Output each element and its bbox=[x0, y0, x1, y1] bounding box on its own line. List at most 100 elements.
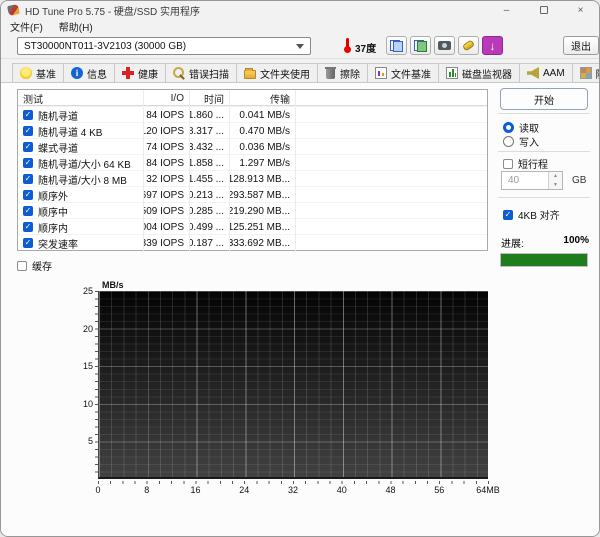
table-row[interactable]: 随机寻道 4 KB120 IOPS8.317 ...0.470 MB/s bbox=[18, 122, 487, 138]
tab-label: 错误扫描 bbox=[189, 66, 229, 81]
time-cell: 13.432 ... bbox=[190, 139, 230, 155]
tab-label: 基准 bbox=[36, 66, 56, 81]
capacity-value: 40 bbox=[502, 172, 548, 189]
maximize-button[interactable] bbox=[525, 1, 562, 19]
transfer-cell: 0.036 MB/s bbox=[230, 139, 296, 155]
filler-cell bbox=[296, 235, 487, 251]
read-radio[interactable]: 读取 bbox=[503, 120, 539, 135]
row-checkbox[interactable] bbox=[23, 190, 33, 200]
progress-label: 进展: bbox=[501, 235, 524, 250]
chart-y-axis-label: MB/s bbox=[102, 280, 124, 290]
io-cell: 84 IOPS bbox=[144, 107, 190, 123]
io-cell: 84 IOPS bbox=[144, 155, 190, 171]
tab-error-scan[interactable]: 错误扫描 bbox=[165, 63, 237, 83]
table-row[interactable]: 顺序内2004 IOPS0.499 ...125.251 MB... bbox=[18, 218, 487, 234]
time-cell: 0.187 ... bbox=[190, 235, 230, 251]
table-row[interactable]: 顺序外4697 IOPS0.213 ...293.587 MB... bbox=[18, 186, 487, 202]
tab-aam[interactable]: AAM bbox=[519, 63, 573, 83]
capacity-stepper[interactable]: ▲▼ bbox=[548, 172, 562, 189]
row-checkbox[interactable] bbox=[23, 222, 33, 232]
toolbar-buttons bbox=[386, 36, 503, 55]
table-row[interactable]: 随机寻道/大小 64 KB84 IOPS11.858 ...1.297 MB/s bbox=[18, 154, 487, 170]
separator bbox=[498, 151, 590, 152]
table-row[interactable]: 顺序中3509 IOPS0.285 ...219.290 MB... bbox=[18, 202, 487, 218]
write-radio[interactable]: 写入 bbox=[503, 134, 539, 149]
x-axis-tick-label: 48 bbox=[385, 485, 395, 495]
time-cell: 31.455 ... bbox=[190, 171, 230, 187]
transfer-cell: 333.692 MB... bbox=[230, 235, 296, 251]
test-name-cell: 随机寻道/大小 8 MB bbox=[18, 171, 144, 187]
progress-fill bbox=[501, 254, 587, 266]
device-selector[interactable]: ST30000NT011-3V2103 (30000 GB) bbox=[17, 37, 311, 55]
time-cell: 11.858 ... bbox=[190, 155, 230, 171]
test-name: 顺序中 bbox=[38, 204, 68, 219]
short-stroke-checkbox[interactable]: 短行程 bbox=[503, 156, 548, 171]
tab-benchmark[interactable]: 基准 bbox=[12, 63, 64, 83]
progress-value: 100% bbox=[563, 235, 589, 250]
filler-cell bbox=[296, 123, 487, 139]
radio-checked-icon bbox=[503, 122, 514, 133]
tab-erase[interactable]: 擦除 bbox=[317, 63, 368, 83]
menu-help[interactable]: 帮助(H) bbox=[59, 19, 101, 34]
camera-button[interactable] bbox=[434, 36, 455, 55]
copy-image-button[interactable] bbox=[410, 36, 431, 55]
tab-label: 信息 bbox=[87, 66, 107, 81]
row-checkbox[interactable] bbox=[23, 174, 33, 184]
camera-icon bbox=[438, 41, 451, 50]
row-checkbox[interactable] bbox=[23, 126, 33, 136]
test-name-cell: 顺序内 bbox=[18, 219, 144, 235]
table-row[interactable]: 突发速率5339 IOPS0.187 ...333.692 MB... bbox=[18, 234, 487, 250]
time-cell: 0.285 ... bbox=[190, 203, 230, 219]
row-checkbox[interactable] bbox=[23, 142, 33, 152]
cache-checkbox[interactable]: 缓存 bbox=[17, 258, 52, 273]
erase-icon bbox=[326, 69, 335, 79]
save-button[interactable] bbox=[458, 36, 479, 55]
spinner-up-icon[interactable]: ▲ bbox=[549, 172, 562, 181]
header-filler bbox=[296, 90, 487, 106]
x-axis-tick-label: 24 bbox=[239, 485, 249, 495]
row-checkbox[interactable] bbox=[23, 110, 33, 120]
table-row[interactable]: 蝶式寻道74 IOPS13.432 ...0.036 MB/s bbox=[18, 138, 487, 154]
io-cell: 4697 IOPS bbox=[144, 187, 190, 203]
tab-health[interactable]: 健康 bbox=[114, 63, 166, 83]
file-benchmark-icon bbox=[375, 67, 387, 79]
thermometer-icon bbox=[343, 38, 352, 53]
x-axis-tick-label: 16 bbox=[190, 485, 200, 495]
chart-x-tickmarks bbox=[98, 481, 489, 484]
tab-info[interactable]: 信息 bbox=[63, 63, 115, 83]
exit-button[interactable]: 退出 bbox=[563, 36, 599, 55]
app-icon bbox=[7, 4, 20, 16]
test-name-cell: 随机寻道/大小 64 KB bbox=[18, 155, 144, 171]
tab-folder-usage[interactable]: 文件夹使用 bbox=[236, 63, 318, 83]
tab-disk-monitor[interactable]: 磁盘监视器 bbox=[438, 63, 520, 83]
spinner-down-icon[interactable]: ▼ bbox=[549, 181, 562, 190]
lightbulb-icon bbox=[20, 67, 32, 79]
transfer-cell: 125.251 MB... bbox=[230, 219, 296, 235]
table-row[interactable]: 随机寻道84 IOPS11.860 ...0.041 MB/s bbox=[18, 106, 487, 122]
radio-unchecked-icon bbox=[503, 136, 514, 147]
filler-cell bbox=[296, 219, 487, 235]
copy-button[interactable] bbox=[386, 36, 407, 55]
header-test: 测试 bbox=[18, 90, 144, 106]
tab-file-benchmark[interactable]: 文件基准 bbox=[367, 63, 439, 83]
y-axis-tick-label: 25 bbox=[69, 286, 93, 296]
capacity-input[interactable]: 40 ▲▼ bbox=[501, 171, 563, 190]
separator bbox=[498, 113, 590, 114]
start-button[interactable]: 开始 bbox=[500, 88, 588, 110]
minimize-button[interactable]: – bbox=[488, 1, 525, 19]
temperature-value: 37度 bbox=[355, 40, 376, 55]
error-scan-icon bbox=[173, 67, 185, 79]
menu-file[interactable]: 文件(F) bbox=[10, 19, 51, 34]
test-name-cell: 顺序中 bbox=[18, 203, 144, 219]
download-button[interactable] bbox=[482, 36, 503, 55]
row-checkbox[interactable] bbox=[23, 206, 33, 216]
align-4kb-checkbox[interactable]: 4KB 对齐 bbox=[503, 207, 560, 222]
disk-monitor-icon bbox=[446, 67, 458, 79]
row-checkbox[interactable] bbox=[23, 238, 33, 248]
close-button[interactable]: × bbox=[562, 1, 599, 19]
tab-label: AAM bbox=[543, 68, 565, 79]
row-checkbox[interactable] bbox=[23, 158, 33, 168]
table-row[interactable]: 随机寻道/大小 8 MB32 IOPS31.455 ...128.913 MB.… bbox=[18, 170, 487, 186]
tab-label: 文件基准 bbox=[391, 66, 431, 81]
tab-random-access[interactable]: 随机访问 bbox=[572, 63, 600, 83]
